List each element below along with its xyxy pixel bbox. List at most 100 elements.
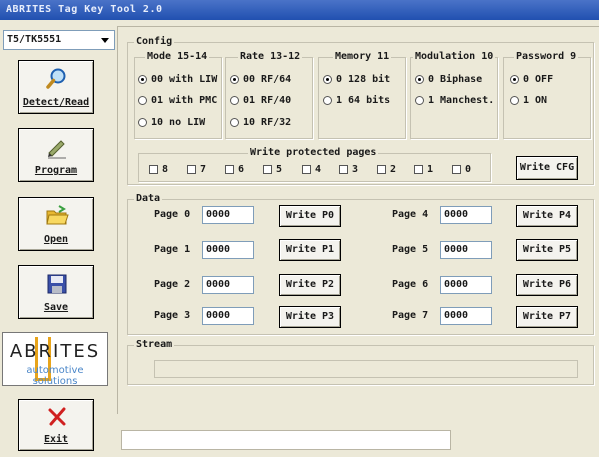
radio-button[interactable] — [230, 96, 239, 105]
page-1-input[interactable]: 0000 — [202, 241, 254, 259]
checkbox[interactable] — [452, 165, 461, 174]
page-0-input[interactable]: 0000 — [202, 206, 254, 224]
checkbox[interactable] — [377, 165, 386, 174]
checkbox[interactable] — [187, 165, 196, 174]
password-option-0[interactable]: 0 OFF — [510, 74, 553, 85]
write-p3-button[interactable]: Write P3 — [279, 306, 341, 328]
write-p0-label: Write P0 — [285, 210, 335, 221]
exit-button[interactable]: Exit — [18, 399, 94, 451]
protect-page-4[interactable]: 4 — [302, 164, 321, 175]
page-7-input[interactable]: 0000 — [440, 307, 492, 325]
option-label: 10 RF/32 — [243, 117, 292, 128]
checkbox[interactable] — [225, 165, 234, 174]
program-button[interactable]: Program — [18, 128, 94, 182]
write-p7-button[interactable]: Write P7 — [516, 306, 578, 328]
open-button[interactable]: Open — [18, 197, 94, 251]
modulation-option-0[interactable]: 0 Biphase — [415, 74, 482, 85]
detect-read-button[interactable]: Detect/Read — [18, 60, 94, 114]
write-p2-label: Write P2 — [285, 279, 335, 290]
save-button[interactable]: Save — [18, 265, 94, 319]
radio-button[interactable] — [415, 75, 424, 84]
protect-page-6[interactable]: 6 — [225, 164, 244, 175]
pen-icon — [48, 140, 66, 159]
checkbox[interactable] — [149, 165, 158, 174]
radio-button[interactable] — [138, 118, 147, 127]
write-p1-button[interactable]: Write P1 — [279, 239, 341, 261]
radio-button[interactable] — [138, 96, 147, 105]
mode-option-10[interactable]: 10 no LIW — [138, 117, 205, 128]
checkbox[interactable] — [414, 165, 423, 174]
radio-button[interactable] — [323, 75, 332, 84]
page-6-label: Page 6 — [392, 279, 429, 290]
option-label: 1 Manchest. — [428, 95, 495, 106]
write-p0-button[interactable]: Write P0 — [279, 205, 341, 227]
radio-button[interactable] — [415, 96, 424, 105]
protect-page-2[interactable]: 2 — [377, 164, 396, 175]
page-5-input[interactable]: 0000 — [440, 241, 492, 259]
chevron-down-icon[interactable] — [97, 32, 113, 48]
checkbox[interactable] — [302, 165, 311, 174]
memory-title: Memory 11 — [333, 51, 392, 62]
write-p5-button[interactable]: Write P5 — [516, 239, 578, 261]
protect-page-8[interactable]: 8 — [149, 164, 168, 175]
write-cfg-button[interactable]: Write CFG — [516, 156, 578, 180]
protect-page-7[interactable]: 7 — [187, 164, 206, 175]
rate-option-10[interactable]: 10 RF/32 — [230, 117, 291, 128]
option-label: 10 no LIW — [151, 117, 206, 128]
rate-option-00[interactable]: 00 RF/64 — [230, 74, 291, 85]
write-p5-label: Write P5 — [522, 244, 572, 255]
protect-page-3[interactable]: 3 — [339, 164, 358, 175]
mode-option-00[interactable]: 00 with LIW — [138, 74, 217, 85]
radio-button[interactable] — [510, 96, 519, 105]
page-4-input[interactable]: 0000 — [440, 206, 492, 224]
checkbox-label: 5 — [276, 164, 283, 175]
folder-icon — [46, 205, 69, 225]
mode-option-01[interactable]: 01 with PMC — [138, 95, 217, 106]
password-option-1[interactable]: 1 ON — [510, 95, 547, 106]
write-p2-button[interactable]: Write P2 — [279, 274, 341, 296]
checkbox-label: 7 — [200, 164, 207, 175]
option-label: 1 64 bits — [336, 95, 391, 106]
radio-button[interactable] — [323, 96, 332, 105]
option-label: 00 RF/64 — [243, 74, 292, 85]
window-title-bar: ABRITES Tag Key Tool 2.0 — [0, 0, 599, 20]
write-cfg-label: Write CFG — [519, 162, 575, 173]
checkbox[interactable] — [339, 165, 348, 174]
radio-button[interactable] — [510, 75, 519, 84]
device-select[interactable]: T5/TK5551 — [3, 30, 115, 50]
page-7-label: Page 7 — [392, 310, 429, 321]
checkbox[interactable] — [263, 165, 272, 174]
page-4-label: Page 4 — [392, 209, 429, 220]
protect-page-1[interactable]: 1 — [414, 164, 433, 175]
rate-option-01[interactable]: 01 RF/40 — [230, 95, 291, 106]
memory-option-1[interactable]: 1 64 bits — [323, 95, 390, 106]
option-label: 0 OFF — [523, 74, 554, 85]
page-3-input[interactable]: 0000 — [202, 307, 254, 325]
modulation-option-1[interactable]: 1 Manchest. — [415, 95, 494, 106]
page-2-input[interactable]: 0000 — [202, 276, 254, 294]
save-label: Save — [43, 302, 69, 313]
rate-group: Rate 13-12 00 RF/64 01 RF/40 10 RF/32 — [225, 51, 313, 139]
write-p4-button[interactable]: Write P4 — [516, 205, 578, 227]
protect-page-0[interactable]: 0 — [452, 164, 471, 175]
option-label: 01 with PMC — [151, 95, 218, 106]
protect-page-5[interactable]: 5 — [263, 164, 282, 175]
write-protected-title: Write protected pages — [248, 147, 379, 158]
radio-button[interactable] — [230, 118, 239, 127]
device-select-value: T5/TK5551 — [7, 34, 62, 45]
password-group: Password 9 0 OFF 1 ON — [503, 51, 591, 139]
page-6-input[interactable]: 0000 — [440, 276, 492, 294]
radio-button[interactable] — [138, 75, 147, 84]
checkbox-label: 1 — [427, 164, 434, 175]
option-label: 0 Biphase — [428, 74, 483, 85]
program-label: Program — [34, 165, 78, 176]
page-2-label: Page 2 — [154, 279, 191, 290]
checkbox-label: 0 — [465, 164, 472, 175]
logo-brand: ABRITES — [9, 341, 101, 362]
stream-field[interactable] — [154, 360, 578, 378]
checkbox-label: 2 — [390, 164, 397, 175]
memory-option-0[interactable]: 0 128 bit — [323, 74, 390, 85]
write-p6-button[interactable]: Write P6 — [516, 274, 578, 296]
write-p1-label: Write P1 — [285, 244, 335, 255]
radio-button[interactable] — [230, 75, 239, 84]
